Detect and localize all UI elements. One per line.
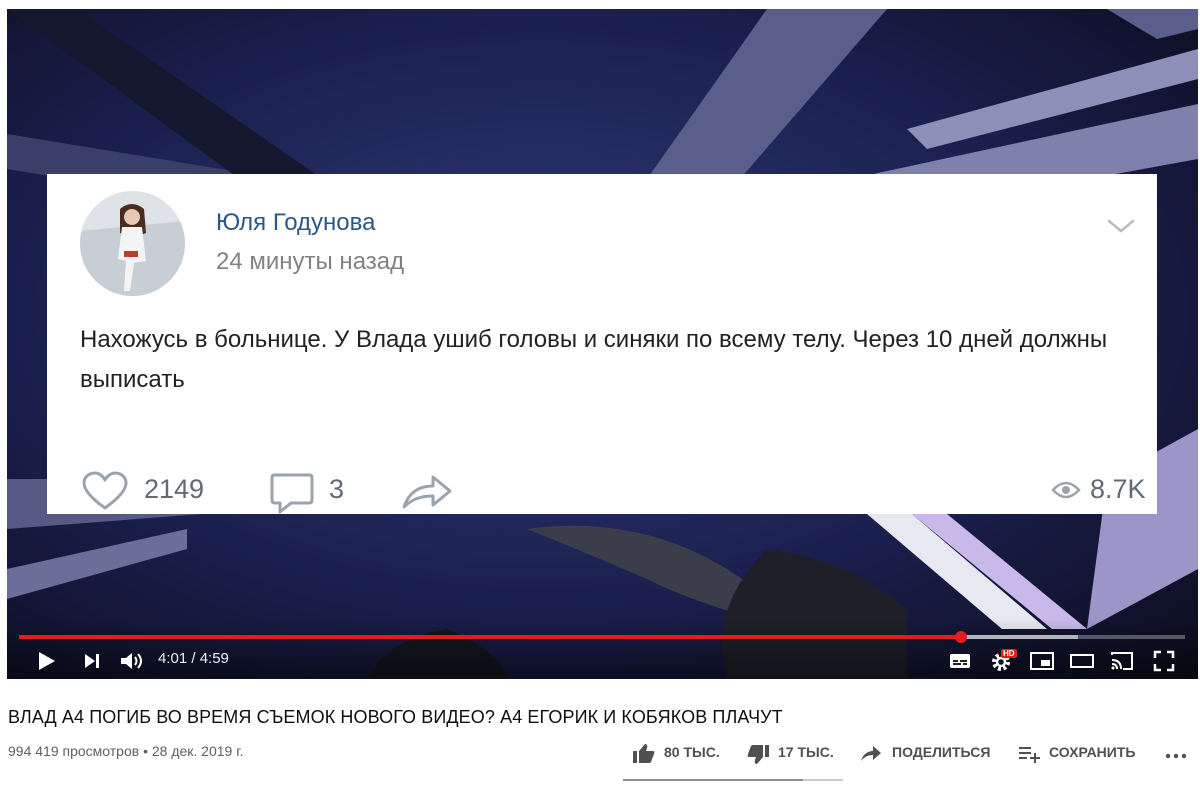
cast-icon[interactable]	[1109, 649, 1135, 673]
subtitles-icon[interactable]	[948, 649, 972, 673]
author-avatar	[80, 191, 185, 296]
video-meta: 994 419 просмотров • 28 дек. 2019 г.	[8, 743, 244, 759]
thumbs-down-icon[interactable]	[746, 744, 770, 766]
heart-icon[interactable]	[81, 470, 129, 512]
comment-icon[interactable]	[269, 472, 315, 514]
like-count: 2149	[144, 474, 205, 504]
volume-icon[interactable]	[119, 649, 147, 673]
share-icon[interactable]	[860, 745, 882, 763]
like-count-button[interactable]: 80 ТЫС.	[664, 744, 720, 760]
share-arrow-icon[interactable]	[401, 472, 453, 510]
view-count: 8.7K	[1090, 474, 1146, 504]
hd-badge: HD	[1001, 649, 1017, 658]
share-button[interactable]: ПОДЕЛИТЬСЯ	[892, 744, 990, 760]
post-timestamp: 24 минуты назад	[216, 248, 405, 275]
thumbs-up-icon[interactable]	[632, 742, 656, 764]
post-author-name[interactable]: Юля Годунова	[216, 209, 375, 237]
timecode: 4:01 / 4:59	[158, 650, 229, 667]
player-controls-gradient	[7, 619, 1198, 679]
more-options-icon[interactable]	[1164, 752, 1188, 760]
post-text: Нахожусь в больнице. У Влада ушиб головы…	[80, 326, 1108, 393]
like-ratio-fill	[623, 779, 804, 781]
social-post-card: Юля Годунова 24 минуты назад Нахожусь в …	[47, 174, 1157, 514]
miniplayer-icon[interactable]	[1029, 649, 1055, 673]
save-button[interactable]: СОХРАНИТЬ	[1049, 744, 1135, 760]
comment-count: 3	[329, 474, 345, 504]
next-icon[interactable]	[81, 649, 103, 673]
video-title: ВЛАД А4 ПОГИБ ВО ВРЕМЯ СЪЕМОК НОВОГО ВИД…	[8, 707, 783, 727]
eye-icon	[1051, 481, 1081, 499]
played-bar	[19, 635, 962, 639]
video-player[interactable]: Юля Годунова 24 минуты назад Нахожусь в …	[7, 9, 1198, 679]
fullscreen-icon[interactable]	[1152, 649, 1176, 673]
like-dislike-ratio-bar	[623, 779, 843, 781]
dislike-count-button[interactable]: 17 ТЫС.	[778, 744, 834, 760]
progress-bar[interactable]	[19, 631, 1185, 643]
theater-mode-icon[interactable]	[1069, 649, 1095, 673]
add-to-playlist-icon[interactable]	[1018, 745, 1042, 763]
play-icon[interactable]	[35, 649, 57, 673]
chevron-down-icon[interactable]	[1107, 218, 1135, 234]
